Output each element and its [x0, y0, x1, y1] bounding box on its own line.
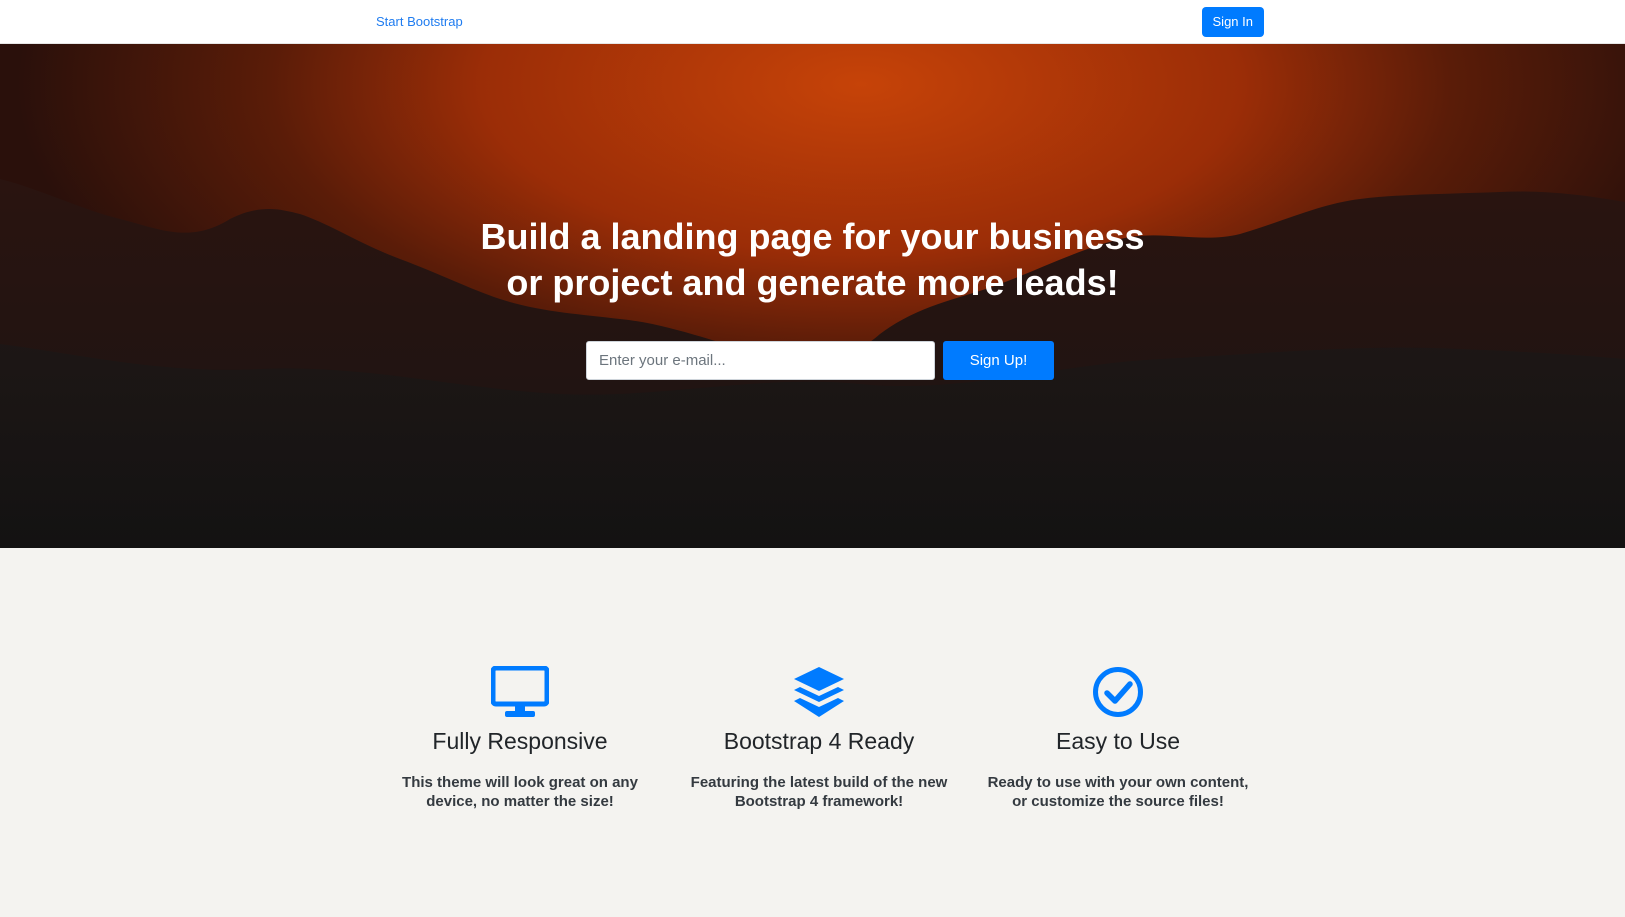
feature-title: Bootstrap 4 Ready [723, 728, 915, 754]
feature-text: Featuring the latest build of the new Bo… [690, 774, 948, 810]
hero-content: Build a landing page for your business o… [0, 214, 1625, 306]
hero-section: Build a landing page for your business o… [0, 44, 1625, 548]
check-circle-icon [968, 664, 1268, 720]
layers-icon [669, 664, 969, 720]
feature-text: This theme will look great on any device… [402, 774, 638, 810]
feature-fully-responsive: Fully Responsive This theme will look gr… [370, 664, 670, 811]
signup-form: Sign Up! [586, 341, 1054, 380]
features-section: Fully Responsive This theme will look gr… [0, 548, 1625, 917]
desktop-icon [370, 664, 670, 720]
sign-up-button[interactable]: Sign Up! [943, 341, 1054, 380]
brand-link[interactable]: Start Bootstrap [376, 14, 463, 29]
hero-heading: Build a landing page for your business o… [0, 214, 1625, 306]
feature-bootstrap-ready: Bootstrap 4 Ready Featuring the latest b… [669, 664, 969, 811]
sign-in-button[interactable]: Sign In [1201, 6, 1264, 37]
feature-title: Easy to Use [1056, 728, 1180, 754]
hero-heading-line1: Build a landing page for your business [480, 216, 1145, 257]
feature-title: Fully Responsive [432, 728, 608, 754]
navbar: Start Bootstrap Sign In [0, 0, 1625, 44]
hero-heading-line2: or project and generate more leads! [506, 262, 1119, 303]
feature-text: Ready to use with your own content, or c… [987, 774, 1249, 810]
landing-page: Start Bootstrap Sign In Build a landing [0, 0, 1625, 917]
navbar-container: Start Bootstrap Sign In [376, 0, 1264, 43]
email-input[interactable] [586, 341, 935, 380]
feature-easy-to-use: Easy to Use Ready to use with your own c… [968, 664, 1268, 811]
